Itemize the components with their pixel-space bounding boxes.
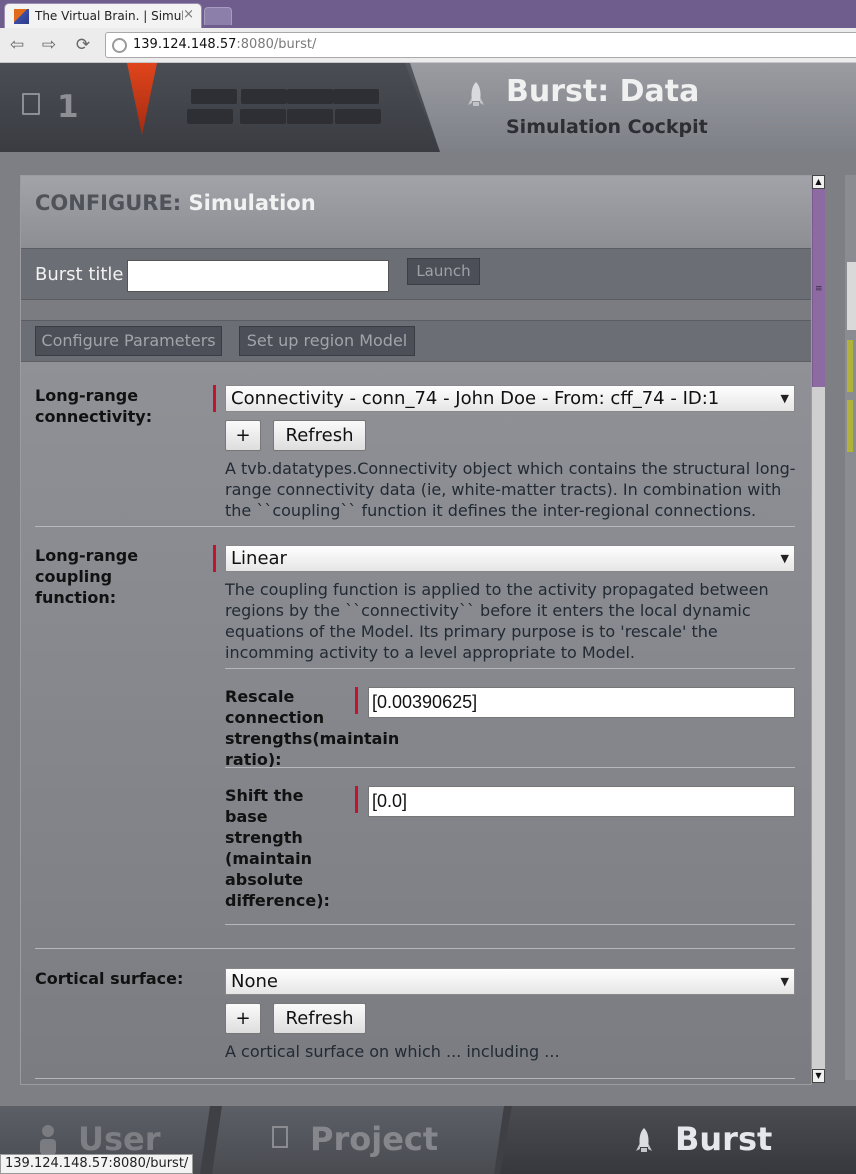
required-marker [355,687,358,714]
tvb-favicon-icon [14,9,29,24]
user-icon [40,1125,56,1155]
rescale-input[interactable] [368,687,795,718]
coupling-label: Long-range coupling function: [35,546,139,607]
add-connectivity-button[interactable]: + [225,420,261,451]
action-button-bar: Configure Parameters Set up region Model [21,320,811,362]
grid-cell [333,89,379,104]
url-host: 139.124.148.57 [133,37,237,52]
region-model-button[interactable]: Set up region Model [239,326,415,356]
dropdown-arrow-icon: ▼ [780,392,789,405]
url-path: :8080/burst/ [236,37,317,52]
configure-prefix: CONFIGURE: [35,191,182,215]
side-indicator [847,340,853,392]
panel-header: CONFIGURE: Simulation [21,176,811,248]
grid-cell [191,89,237,104]
field-divider [35,526,795,527]
page-title: Burst: Data [506,74,700,109]
shift-label: Shift the base strength (maintain absolu… [225,786,330,910]
refresh-connectivity-button[interactable]: Refresh [273,420,366,451]
page-subtitle: Simulation Cockpit [506,116,708,138]
configure-parameters-button[interactable]: Configure Parameters [35,326,222,356]
project-page-icon[interactable] [22,93,40,115]
new-tab-button[interactable] [204,7,232,25]
side-indicator [847,400,853,452]
field-divider [35,948,795,949]
scroll-down-arrow-icon[interactable]: ▼ [812,1069,825,1083]
burst-title-input[interactable] [127,260,389,292]
rocket-icon [636,1128,652,1152]
back-arrow-icon[interactable]: ⇦ [6,34,28,56]
project-doc-icon [272,1126,288,1148]
required-marker [213,385,216,412]
configure-target: Simulation [188,191,316,215]
address-bar[interactable]: 139.124.148.57:8080/burst/ [105,32,856,58]
dropdown-arrow-icon: ▼ [780,975,789,988]
nav-user-label: User [78,1120,161,1158]
connectivity-select[interactable]: Connectivity - conn_74 - John Doe - From… [225,385,795,412]
coupling-select[interactable]: Linear ▼ [225,545,795,572]
cortical-surface-label: Cortical surface: [35,969,184,988]
connectivity-help-text: A tvb.datatypes.Connectivity object whic… [225,459,796,520]
page-info-icon[interactable] [112,38,127,53]
browser-toolbar: ⇦ ⇨ ⟳ 139.124.148.57:8080/burst/ [0,28,856,63]
field-divider [225,767,795,768]
scroll-up-arrow-icon[interactable]: ▲ [812,175,825,189]
cortical-surface-select[interactable]: None ▼ [225,968,795,995]
simulation-config-panel: CONFIGURE: Simulation Burst title Launch… [20,175,812,1085]
burst-title-label: Burst title [35,264,124,285]
required-marker [355,786,358,813]
grid-cell [187,109,233,124]
rescale-label: Rescale connection strengths(maintain ra… [225,687,400,769]
grid-cell [335,109,381,124]
coupling-help-text: The coupling function is applied to the … [225,580,769,662]
rocket-icon [468,82,484,106]
reload-icon[interactable]: ⟳ [72,34,94,56]
dropdown-arrow-icon: ▼ [780,552,789,565]
configure-heading: CONFIGURE: Simulation [35,191,316,215]
cortical-surface-help-text: A cortical surface on which ... includin… [225,1042,560,1061]
nav-project[interactable]: Project [212,1106,504,1174]
burst-title-bar: Burst title Launch [21,248,811,300]
field-divider [225,668,795,669]
grid-cell [240,109,286,124]
forward-arrow-icon[interactable]: ⇨ [38,34,60,56]
shift-input[interactable] [368,786,795,817]
cortical-surface-selected: None [231,971,278,992]
grid-cell [287,89,333,104]
required-marker [213,545,216,572]
field-divider [35,1078,795,1079]
scroll-grip-icon: ≡ [815,284,823,294]
header-grid-icon[interactable] [185,87,385,127]
nav-burst-label: Burst [675,1120,773,1158]
field-divider [225,924,795,925]
connectivity-selected: Connectivity - conn_74 - John Doe - From… [231,388,720,409]
tab-title: The Virtual Brain. | Simulation [35,9,183,23]
nav-burst[interactable]: Burst [500,1106,856,1174]
coupling-selected: Linear [231,548,287,569]
add-cortical-surface-button[interactable]: + [225,1003,261,1034]
form-content: Long-range connectivity: Connectivity - … [21,362,811,1084]
status-bar-url: 139.124.148.57:8080/burst/ [0,1154,194,1174]
grid-cell [287,109,333,124]
connectivity-label: Long-range connectivity: [35,386,153,426]
launch-button[interactable]: Launch [407,258,480,285]
side-panel-highlight [847,262,856,330]
refresh-cortical-surface-button[interactable]: Refresh [273,1003,366,1034]
project-count[interactable]: 1 [57,89,79,125]
browser-tabstrip: The Virtual Brain. | Simulation × [0,0,856,28]
browser-tab-active[interactable]: The Virtual Brain. | Simulation × [4,3,202,28]
address-url: 139.124.148.57:8080/burst/ [133,37,316,52]
tab-close-icon[interactable]: × [183,7,194,22]
grid-cell [241,89,287,104]
nav-project-label: Project [310,1120,439,1158]
app-header: 1 Burst: Data Simulation Cockpit [0,63,856,152]
